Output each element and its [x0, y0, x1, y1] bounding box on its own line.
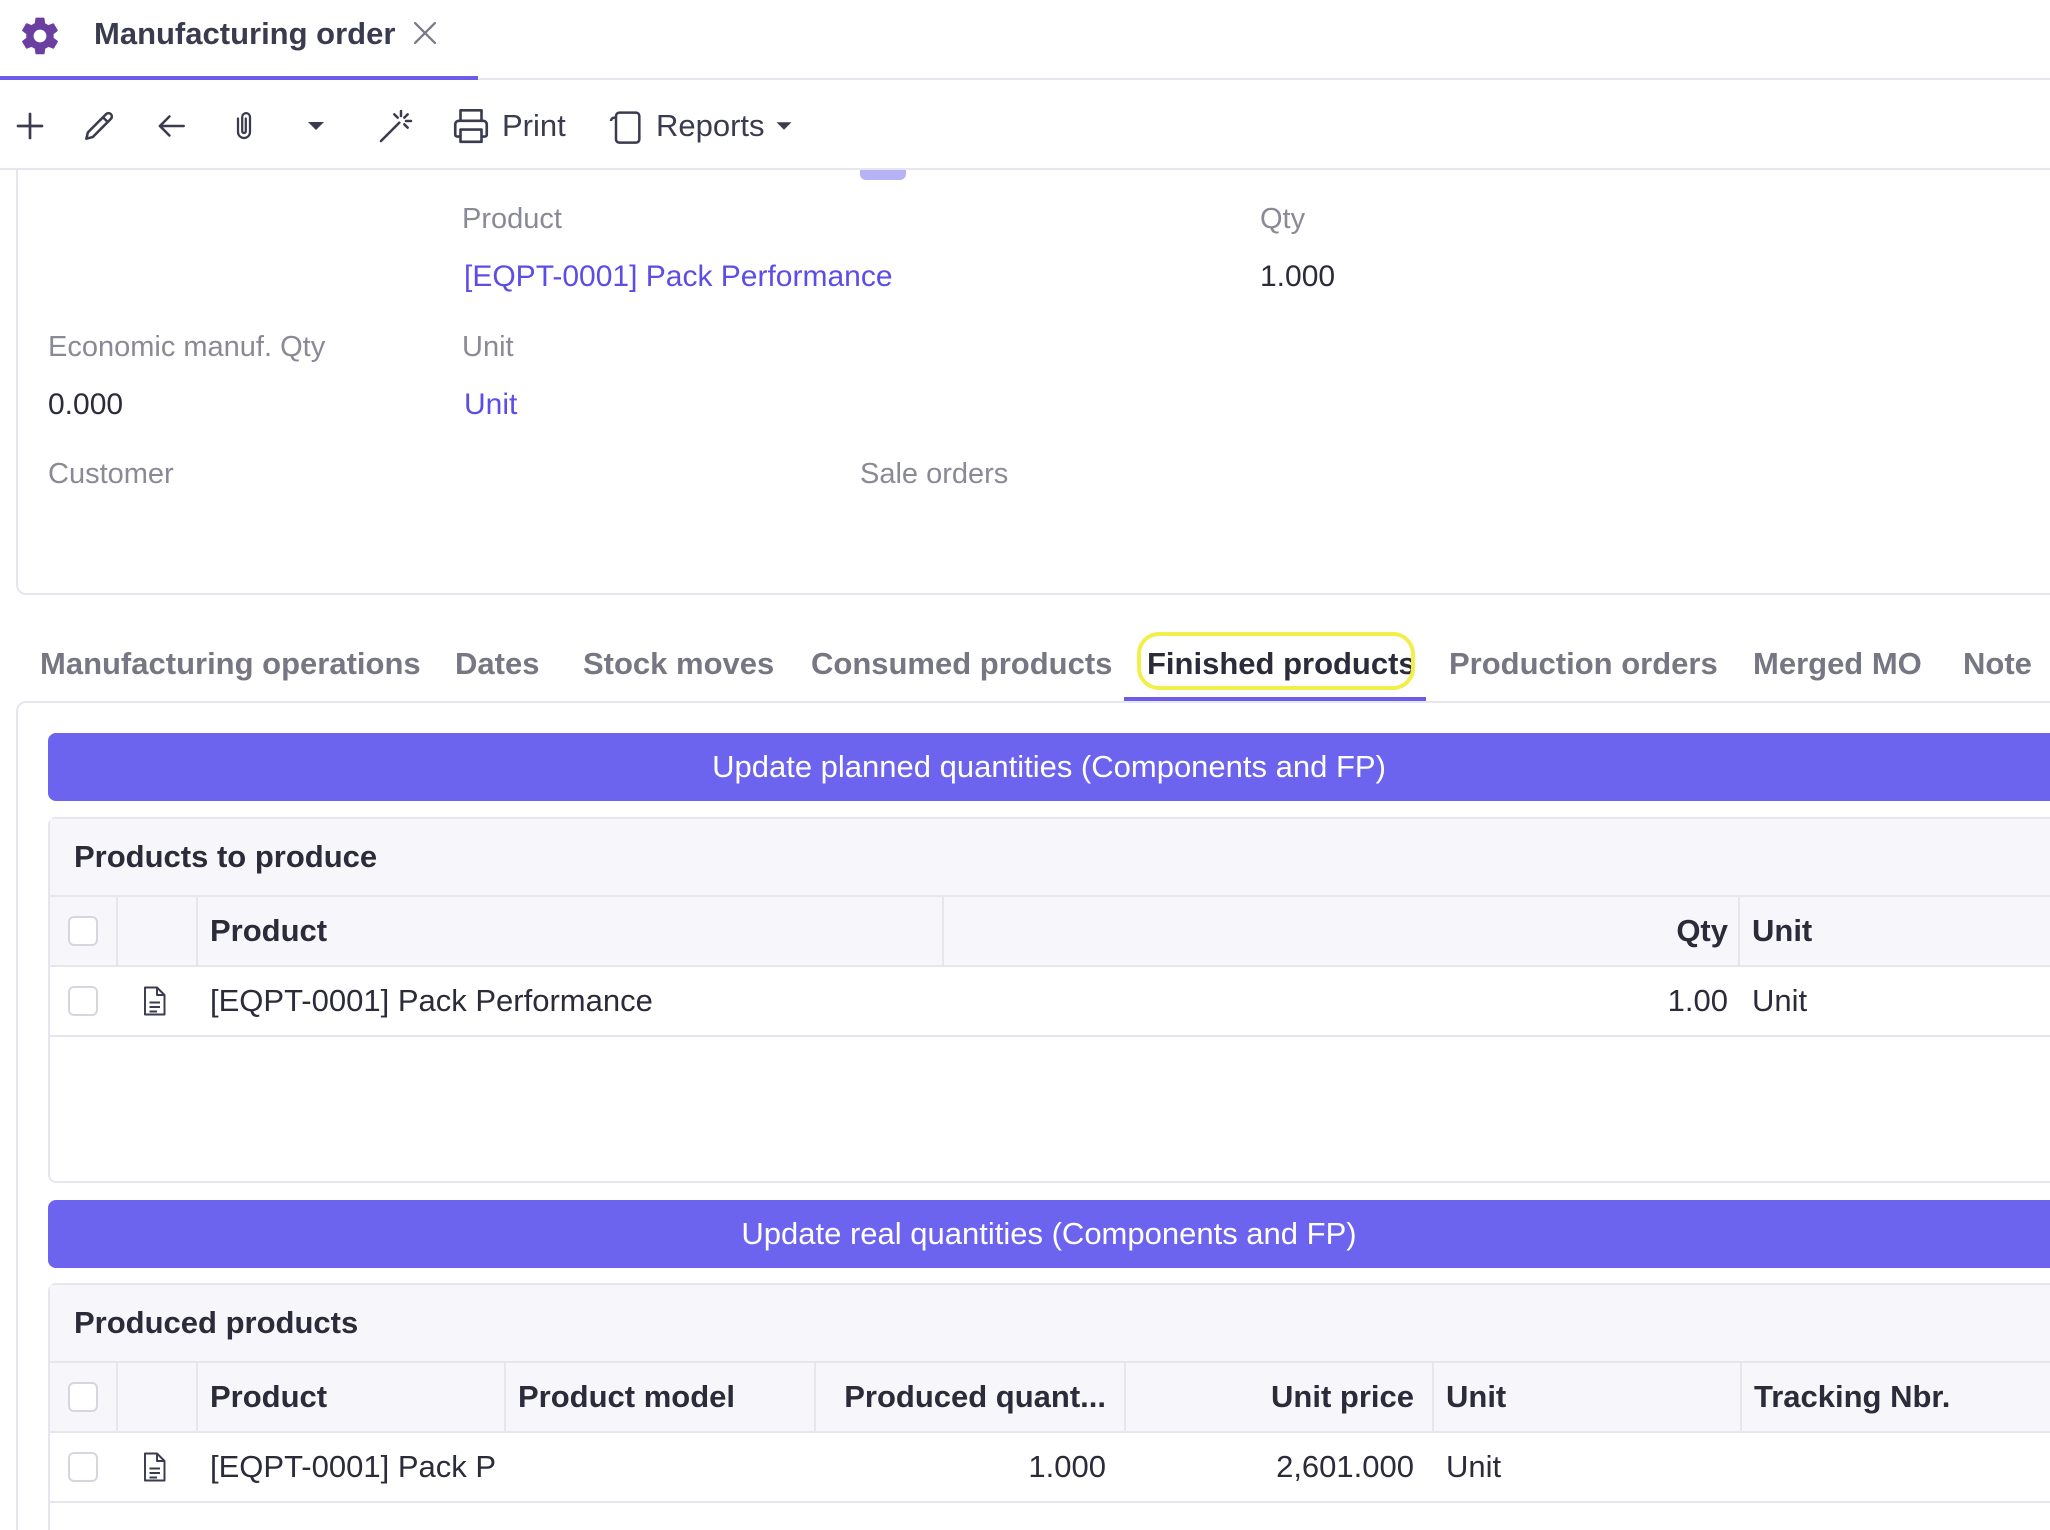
toolbar: Print Reports — [0, 82, 2050, 170]
column-divider — [1124, 1363, 1126, 1431]
tab-consumed-products[interactable]: Consumed products — [811, 646, 1112, 682]
column-divider — [1738, 897, 1740, 965]
column-header-product-model[interactable]: Product model — [518, 1363, 808, 1431]
product-cell: [EQPT-0001] Pack Performance — [210, 983, 653, 1018]
row-checkbox[interactable] — [68, 1452, 98, 1482]
attachment-button[interactable] — [226, 102, 262, 150]
row-checkbox-cell[interactable] — [68, 1433, 104, 1501]
select-all-checkbox[interactable] — [68, 1382, 98, 1412]
print-button[interactable]: Print — [450, 102, 566, 150]
active-tab-highlight — [1137, 632, 1415, 690]
product-link[interactable]: [EQPT-0001] Pack Performance — [464, 260, 893, 294]
product-label: Product — [462, 203, 562, 235]
panel-handle[interactable] — [860, 170, 906, 180]
qty-value: 1.000 — [1260, 260, 1336, 293]
edit-button[interactable] — [80, 102, 118, 150]
qty-label: Qty — [1260, 203, 1306, 235]
reports-label: Reports — [656, 108, 765, 143]
tab-stock-moves[interactable]: Stock moves — [583, 646, 774, 682]
update-real-quantities-button[interactable]: Update real quantities (Components and F… — [48, 1200, 2050, 1268]
column-header-produced-quantity[interactable]: Produced quant... — [826, 1363, 1106, 1431]
column-divider — [814, 1363, 816, 1431]
table-header-row: Product Qty Unit — [50, 897, 2050, 967]
unit-link[interactable]: Unit — [464, 388, 517, 422]
column-divider — [1740, 1363, 1742, 1431]
column-divider — [116, 897, 118, 965]
pencil-icon — [85, 111, 114, 140]
grid-header: Products to produce — [50, 819, 2050, 897]
print-label: Print — [502, 108, 566, 143]
tab-manufacturing-operations[interactable]: Manufacturing operations — [40, 646, 421, 682]
column-divider — [196, 897, 198, 965]
column-header-unit[interactable]: Unit — [1446, 1363, 1726, 1431]
column-header-unit[interactable]: Unit — [1752, 897, 2050, 965]
magic-wand-button[interactable] — [376, 102, 416, 150]
customer-label: Customer — [48, 458, 174, 490]
document-icon[interactable] — [136, 967, 176, 1035]
row-checkbox[interactable] — [68, 986, 98, 1016]
unit-label: Unit — [462, 331, 514, 363]
column-divider — [942, 897, 944, 965]
select-all-checkbox-cell[interactable] — [68, 897, 104, 965]
table-row[interactable]: [EQPT-0001] Pack Performance 1.00 Unit — [50, 967, 2050, 1037]
select-all-checkbox[interactable] — [68, 916, 98, 946]
update-real-label: Update real quantities (Components and F… — [741, 1216, 1357, 1251]
table-header-row: Product Product model Produced quant... … — [50, 1363, 2050, 1433]
caret-down-icon — [308, 122, 324, 130]
form-panel — [16, 170, 2050, 595]
produced-quantity-cell: 1.000 — [1028, 1449, 1106, 1484]
tab-title: Manufacturing order — [94, 16, 396, 51]
tab-note[interactable]: Note — [1963, 646, 2032, 682]
column-divider — [504, 1363, 506, 1431]
product-cell: [EQPT-0001] Pack P — [210, 1449, 497, 1484]
column-header-product[interactable]: Product — [210, 1363, 500, 1431]
paperclip-icon — [236, 111, 252, 140]
update-planned-quantities-button[interactable]: Update planned quantities (Components an… — [48, 733, 2050, 801]
column-divider — [116, 1363, 118, 1431]
new-button[interactable] — [12, 102, 48, 150]
plus-icon — [16, 112, 44, 140]
select-all-checkbox-cell[interactable] — [68, 1363, 104, 1431]
tab-dates[interactable]: Dates — [455, 646, 539, 682]
column-divider — [1432, 1363, 1434, 1431]
grid-title: Produced products — [74, 1305, 359, 1340]
reports-button[interactable]: Reports — [606, 102, 799, 150]
arrow-left-icon — [158, 115, 185, 137]
copy-icon — [609, 111, 641, 144]
unit-price-cell: 2,601.000 — [1276, 1449, 1414, 1484]
gear-icon — [22, 17, 58, 55]
economic-qty-value: 0.000 — [48, 388, 124, 421]
produced-products-grid: Produced products Product Product model … — [48, 1283, 2050, 1530]
column-divider — [196, 1363, 198, 1431]
row-checkbox-cell[interactable] — [68, 967, 104, 1035]
grid-header: Produced products — [50, 1285, 2050, 1363]
more-dropdown-button[interactable] — [300, 102, 332, 150]
qty-cell: 1.00 — [1667, 983, 1728, 1018]
update-planned-label: Update planned quantities (Components an… — [712, 749, 1386, 784]
products-to-produce-grid: Products to produce Product Qty Unit [EQ… — [48, 817, 2050, 1183]
caret-down-icon — [776, 122, 792, 130]
column-header-tracking-number[interactable]: Tracking Nbr. — [1754, 1363, 2050, 1431]
product-model-cell — [518, 1433, 808, 1501]
unit-cell: Unit — [1752, 983, 1808, 1018]
tab-production-orders[interactable]: Production orders — [1449, 646, 1718, 682]
tab-manufacturing-order[interactable]: Manufacturing order — [0, 0, 478, 80]
tab-merged-mo[interactable]: Merged MO — [1753, 646, 1922, 682]
section-tabs: Manufacturing operations Dates Stock mov… — [0, 630, 2050, 702]
column-header-unit-price[interactable]: Unit price — [1136, 1363, 1414, 1431]
sale-orders-label: Sale orders — [860, 458, 1009, 490]
printer-icon — [453, 108, 489, 144]
close-icon[interactable] — [408, 16, 442, 50]
magic-wand-icon — [379, 109, 413, 143]
column-header-product[interactable]: Product — [210, 897, 750, 965]
tab-bar: Manufacturing order — [0, 0, 2050, 80]
economic-qty-label: Economic manuf. Qty — [48, 331, 326, 363]
column-header-qty[interactable]: Qty — [1470, 897, 1728, 965]
tracking-number-cell — [1754, 1433, 2050, 1501]
grid-title: Products to produce — [74, 839, 378, 874]
document-icon[interactable] — [136, 1433, 176, 1501]
unit-cell: Unit — [1446, 1449, 1502, 1484]
table-row[interactable]: [EQPT-0001] Pack P 1.000 2,601.000 Unit — [50, 1433, 2050, 1503]
back-button[interactable] — [152, 102, 190, 150]
